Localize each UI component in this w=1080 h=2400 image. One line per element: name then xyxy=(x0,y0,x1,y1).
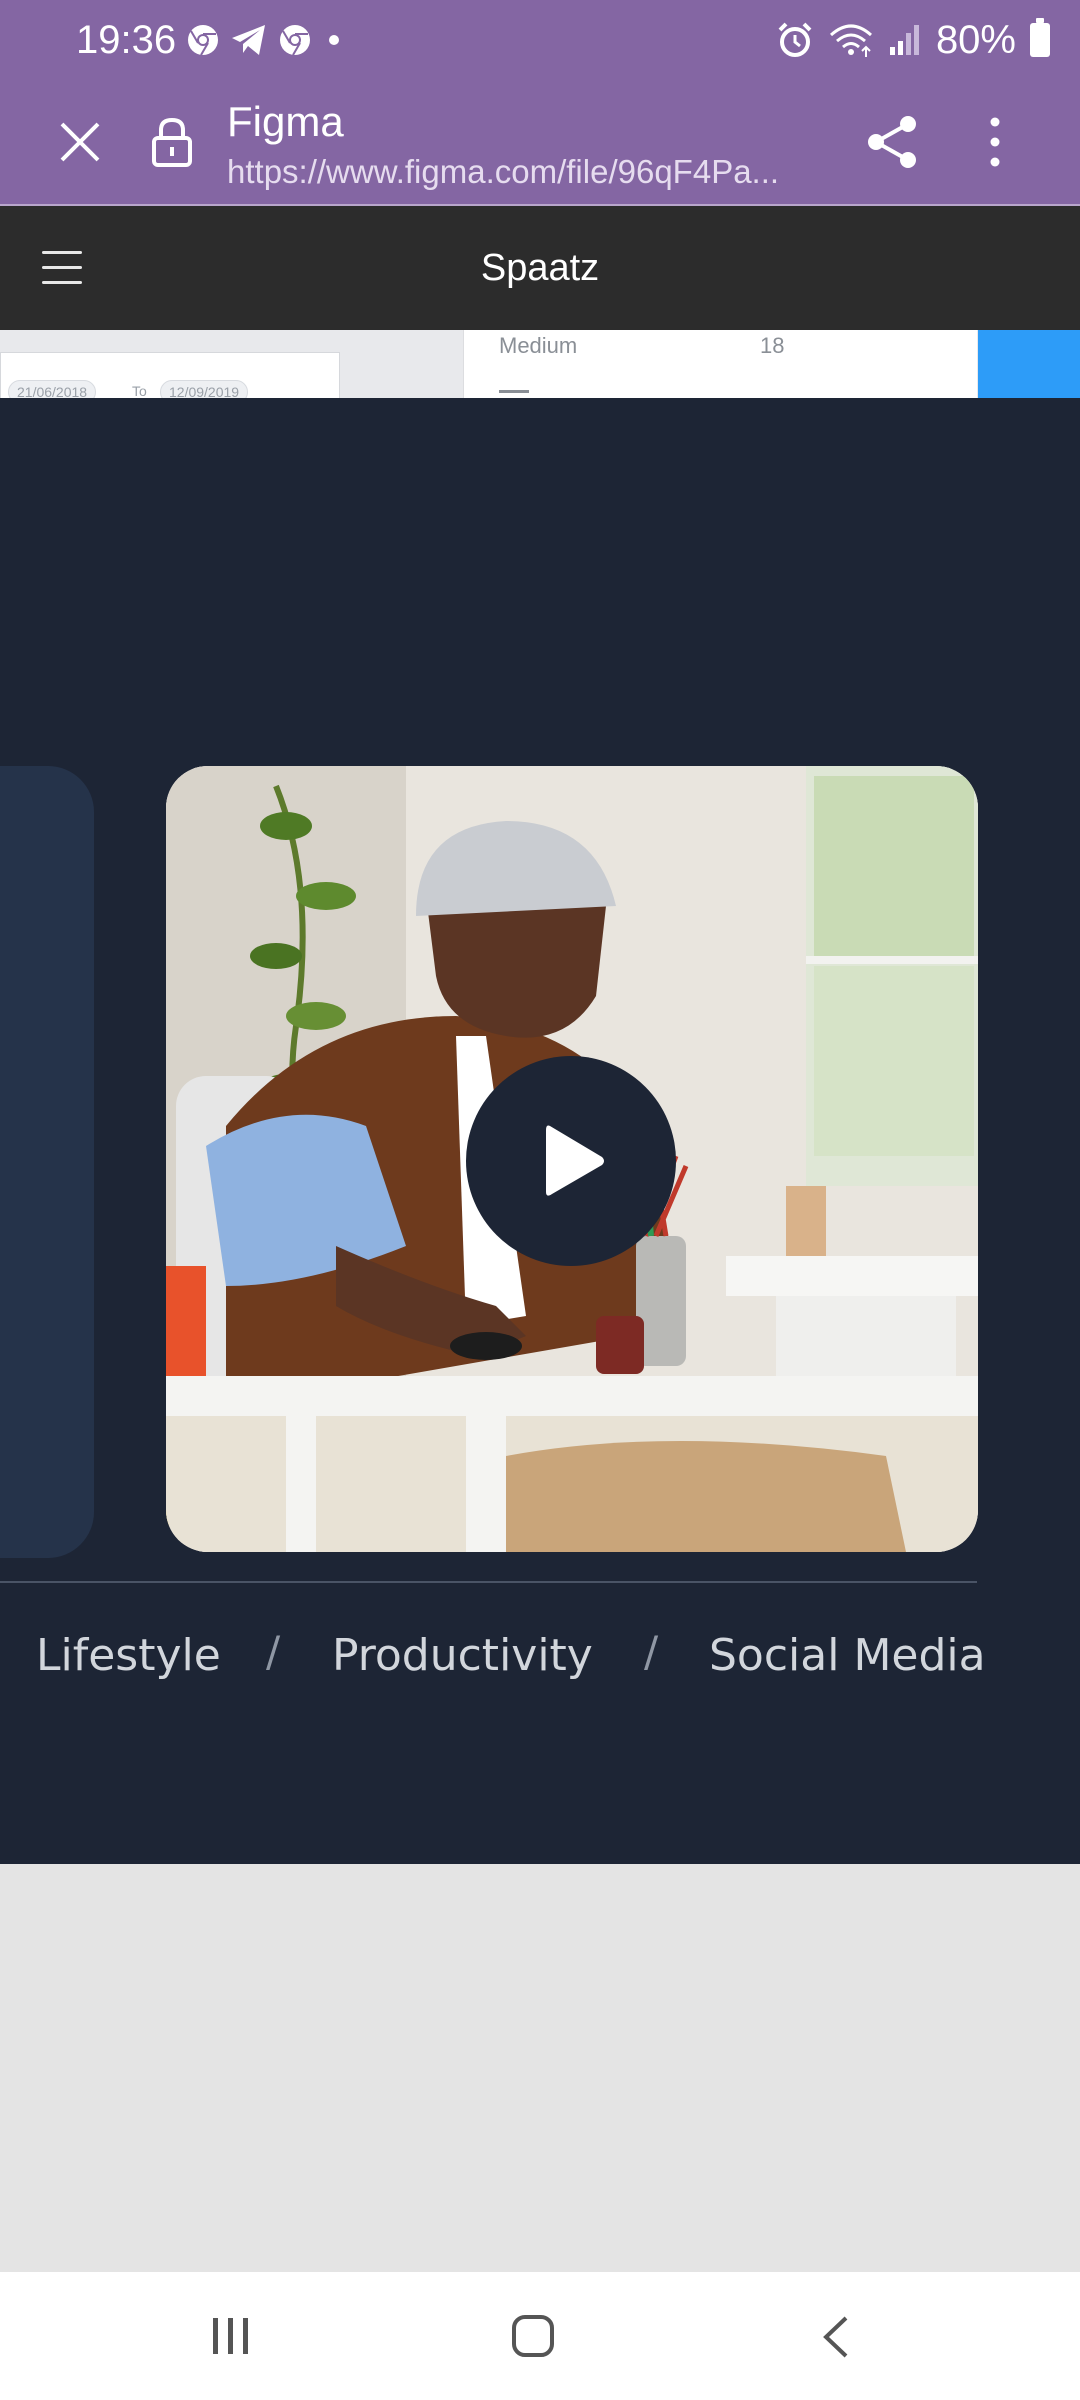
empty-area xyxy=(0,1864,1080,2272)
page-url[interactable]: https://www.figma.com/file/96qF4Pa... xyxy=(227,152,827,192)
category-separator: / xyxy=(266,1627,281,1676)
lock-icon[interactable] xyxy=(150,116,194,168)
medium-value: 18 xyxy=(760,333,785,358)
category-lifestyle[interactable]: Lifestyle xyxy=(36,1626,221,1686)
back-icon[interactable] xyxy=(820,2314,850,2360)
chrome-icon xyxy=(280,25,310,56)
home-icon[interactable] xyxy=(511,2314,555,2358)
medium-label: Medium xyxy=(499,333,578,358)
play-button[interactable] xyxy=(466,1056,676,1266)
video-thumbnail[interactable] xyxy=(166,766,978,1552)
navigation-bar xyxy=(0,2272,1080,2400)
prototype-header: Spaatz xyxy=(0,206,1080,330)
settings-card: Medium 18 xyxy=(463,330,977,398)
design-canvas-strip: 21/06/2018 To 12/09/2019 Medium 18 xyxy=(0,330,1080,398)
page-title: Figma xyxy=(227,98,344,145)
dot-icon xyxy=(329,35,339,45)
category-social-media[interactable]: Social Media xyxy=(709,1626,986,1686)
date-to-label: To xyxy=(132,383,147,398)
more-vert-icon[interactable] xyxy=(975,112,1015,172)
date-to-pill: 12/09/2019 xyxy=(160,380,249,398)
wifi-icon xyxy=(829,24,872,57)
accent-block xyxy=(978,330,1080,398)
category-separator: / xyxy=(644,1627,659,1676)
row-indicator xyxy=(499,390,529,393)
status-bar: 19:36 80% xyxy=(0,0,1080,80)
prototype-title: Spaatz xyxy=(480,247,600,289)
date-from-pill: 21/06/2018 xyxy=(8,380,97,398)
battery-percent: 80% xyxy=(935,17,1016,62)
section-divider xyxy=(0,1581,977,1583)
signal-icon xyxy=(889,25,919,55)
recents-icon[interactable] xyxy=(211,2316,251,2356)
battery-icon xyxy=(1030,18,1050,57)
previous-carousel-card[interactable] xyxy=(0,766,94,1558)
status-right: 80% xyxy=(776,16,1050,64)
alarm-icon xyxy=(778,22,812,57)
browser-toolbar: Figma https://www.figma.com/file/96qF4Pa… xyxy=(0,80,1080,204)
share-icon[interactable] xyxy=(862,112,922,172)
status-time: 19:36 xyxy=(76,18,177,62)
notification-icons xyxy=(186,20,346,60)
chrome-icon xyxy=(188,25,218,56)
video-carousel-section: Lifestyle / Productivity / Social Media xyxy=(0,398,1080,1864)
category-productivity[interactable]: Productivity xyxy=(332,1626,593,1686)
play-icon xyxy=(546,1125,604,1196)
category-list: Lifestyle / Productivity / Social Media xyxy=(0,1626,1080,1686)
telegram-icon xyxy=(232,25,265,55)
close-icon[interactable] xyxy=(56,118,104,166)
